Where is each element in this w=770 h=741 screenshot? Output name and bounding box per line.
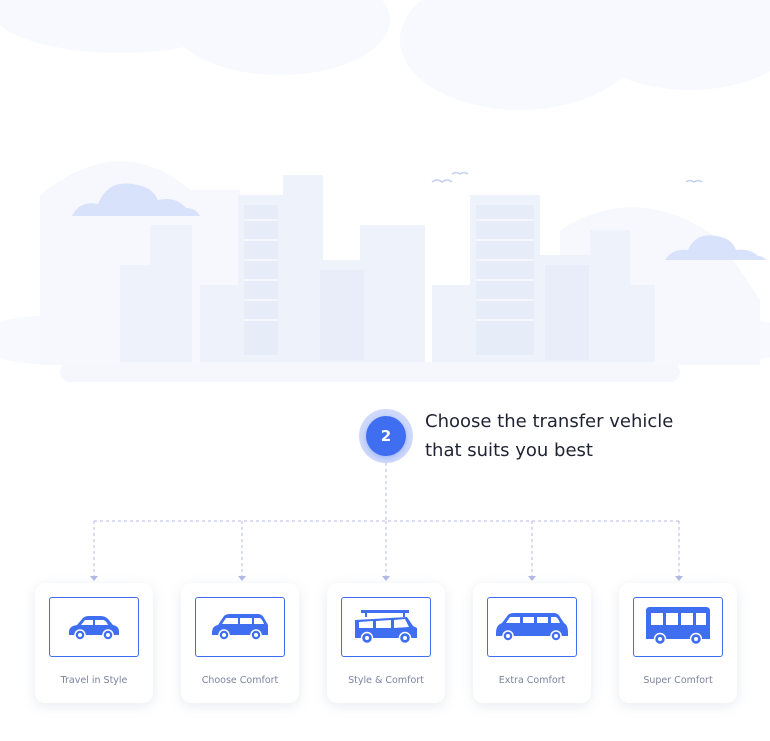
step-number: 2 (366, 416, 406, 456)
sedan-car-icon (69, 616, 119, 641)
vehicle-icon-box (195, 597, 285, 657)
vehicle-icon-box (633, 597, 723, 657)
birds (431, 171, 703, 183)
limousine-icon (496, 613, 568, 642)
connector-lines (93, 463, 680, 576)
vehicle-card-extra-comfort[interactable]: Extra Comfort (473, 583, 591, 703)
step-title-line-1: Choose the transfer vehicle (425, 411, 674, 432)
step-heading: Choose the transfer vehicle that suits y… (425, 407, 725, 465)
vehicle-card-style-and-comfort[interactable]: Style & Comfort (327, 583, 445, 703)
vehicle-card-super-comfort[interactable]: Super Comfort (619, 583, 737, 703)
vehicle-icon-box (49, 597, 139, 657)
vehicle-label: Travel in Style (60, 675, 128, 686)
vehicle-icon-box (487, 597, 577, 657)
suv-roof-rack-icon (355, 610, 417, 645)
vehicle-icon-box (341, 597, 431, 657)
vehicle-label: Extra Comfort (498, 675, 566, 686)
vehicle-label: Super Comfort (643, 675, 713, 686)
vehicle-label: Choose Comfort (201, 675, 279, 686)
step-title-line-2: that suits you best (425, 440, 593, 461)
vehicle-card-choose-comfort[interactable]: Choose Comfort (181, 583, 299, 703)
bus-icon (646, 607, 710, 646)
vehicle-card-travel-in-style[interactable]: Travel in Style (35, 583, 153, 703)
connector-arrows (90, 576, 683, 581)
hatchback-car-icon (212, 614, 268, 641)
step-badge: 2 (359, 409, 413, 463)
vehicle-label: Style & Comfort (348, 675, 424, 686)
